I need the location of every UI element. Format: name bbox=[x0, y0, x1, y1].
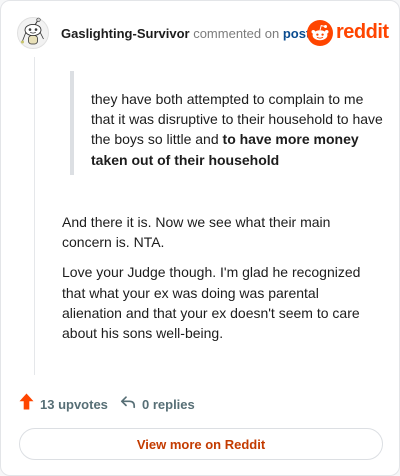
thread-line bbox=[34, 57, 35, 375]
snoo-avatar-icon[interactable] bbox=[17, 17, 49, 49]
quoted-text-block: they have both attempted to complain to … bbox=[70, 71, 383, 175]
reddit-wordmark: reddit bbox=[336, 21, 389, 43]
comment-paragraph: Love your Judge though. I'm glad he reco… bbox=[62, 264, 361, 342]
comment-header: Gaslighting-Survivor commented on post r… bbox=[17, 17, 389, 49]
replies-button[interactable]: 0 replies bbox=[120, 393, 195, 415]
quote-paragraph: they have both attempted to complain to … bbox=[91, 71, 383, 175]
view-more-button[interactable]: View more on Reddit bbox=[19, 428, 383, 460]
upvote-count: 13 upvotes bbox=[40, 396, 108, 412]
reddit-logo-icon bbox=[307, 20, 333, 46]
reply-arrow-icon bbox=[120, 394, 136, 415]
commented-on-text: commented on bbox=[193, 26, 280, 41]
username-link[interactable]: Gaslighting-Survivor bbox=[61, 26, 190, 41]
upvote-arrow-icon bbox=[19, 393, 34, 415]
reply-count: 0 replies bbox=[142, 396, 195, 412]
comment-actions: 13 upvotes 0 replies bbox=[19, 393, 381, 415]
embedded-comment-card: Gaslighting-Survivor commented on post r… bbox=[0, 0, 400, 476]
reddit-brand[interactable]: reddit bbox=[307, 20, 389, 46]
upvote-button[interactable]: 13 upvotes bbox=[19, 393, 108, 415]
comment-meta: Gaslighting-Survivor commented on post bbox=[61, 26, 310, 41]
comment-paragraph: And there it is. Now we see what their m… bbox=[62, 214, 331, 251]
comment-body: And there it is. Now we see what their m… bbox=[62, 212, 378, 353]
